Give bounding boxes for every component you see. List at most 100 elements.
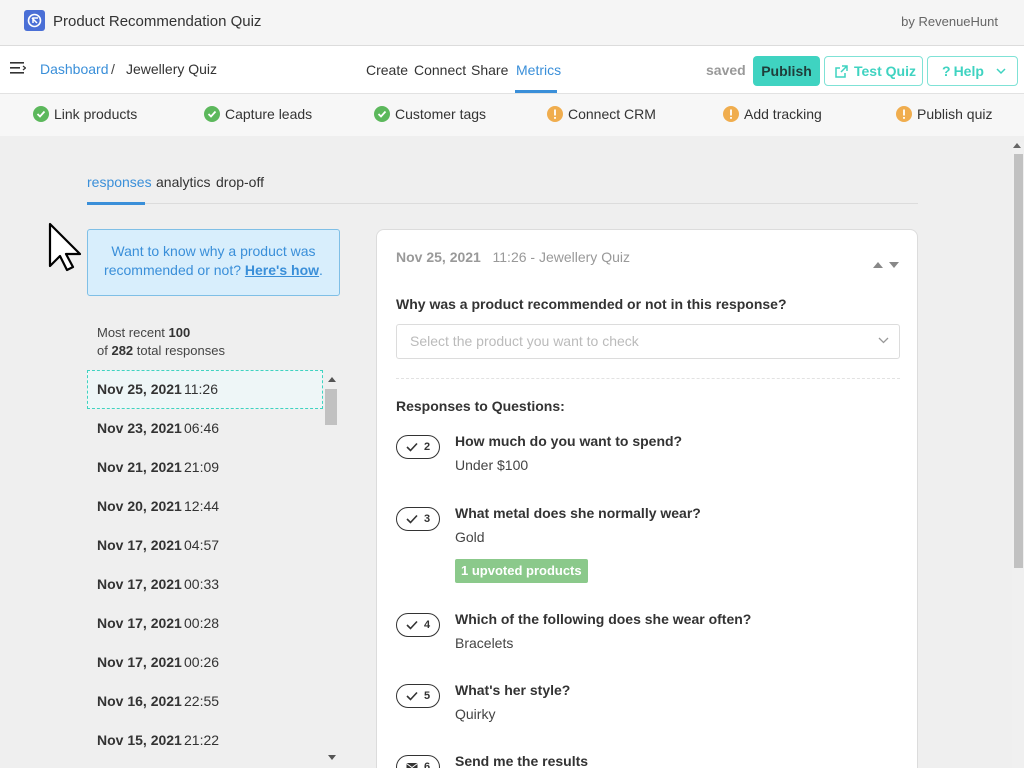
tab-metrics[interactable]: Metrics	[516, 62, 561, 78]
step-label: Customer tags	[395, 106, 487, 122]
response-list-item[interactable]: Nov 20, 2021 12:44	[87, 487, 323, 526]
summary-of: of	[97, 343, 108, 358]
next-response-icon[interactable]	[889, 262, 899, 268]
check-circle-icon	[374, 106, 390, 122]
response-date: Nov 16, 2021	[97, 693, 182, 709]
response-date: Nov 15, 2021	[97, 732, 182, 748]
chevron-down-icon	[878, 337, 889, 344]
app-by-label: by RevenueHunt	[901, 14, 998, 29]
response-list-item[interactable]: Nov 17, 2021 00:28	[87, 604, 323, 643]
saved-status: saved	[706, 62, 746, 78]
question-number-badge: 6	[396, 755, 440, 768]
step-label: Publish quiz	[917, 106, 993, 122]
check-icon	[406, 691, 418, 701]
scroll-up-arrow-icon[interactable]	[1013, 143, 1021, 148]
response-detail-card: Nov 25, 2021 11:26 - Jewellery Quiz Why …	[376, 229, 918, 768]
step-label: Capture leads	[225, 106, 313, 122]
question-title: What's her style?	[455, 682, 571, 698]
subtab-analytics[interactable]: analytics	[156, 174, 210, 190]
info-suffix: .	[319, 262, 323, 278]
response-list-item[interactable]: Nov 17, 2021 00:33	[87, 565, 323, 604]
subtab-drop-off[interactable]: drop-off	[216, 174, 264, 190]
question-number-badge: 2	[396, 435, 440, 459]
check-icon	[406, 514, 418, 524]
mouse-cursor-icon	[48, 222, 82, 275]
step-connect-crm[interactable]: Connect CRM	[547, 106, 656, 122]
question-title: Send me the results	[455, 753, 589, 768]
check-icon	[406, 620, 418, 630]
response-list-scrollbar[interactable]	[324, 374, 338, 768]
subtab-responses[interactable]: responses	[87, 174, 152, 190]
hamburger-menu-icon[interactable]	[10, 61, 27, 75]
list-scroll-up-icon[interactable]	[328, 377, 336, 382]
summary-count: 100	[168, 325, 191, 340]
summary-total: 282	[111, 343, 134, 358]
summary-suffix: total responses	[136, 343, 225, 358]
warning-circle-icon	[547, 106, 563, 122]
response-time: 00:33	[184, 576, 220, 592]
response-list-item[interactable]: Nov 17, 2021 00:26	[87, 643, 323, 682]
app-title: Product Recommendation Quiz	[53, 13, 262, 30]
step-label: Add tracking	[744, 106, 822, 122]
question-number: 5	[424, 690, 431, 702]
response-time: 11:26	[184, 381, 218, 397]
response-date: Nov 17, 2021	[97, 576, 182, 592]
response-time: 04:57	[184, 537, 220, 553]
list-scroll-down-icon[interactable]	[328, 755, 336, 760]
check-circle-icon	[204, 106, 220, 122]
response-list-item[interactable]: Nov 21, 2021 21:09	[87, 448, 323, 487]
summary-prefix: Most recent	[97, 325, 165, 340]
page-scrollbar-thumb[interactable]	[1014, 154, 1023, 568]
response-date: Nov 17, 2021	[97, 537, 182, 553]
question-number-badge: 4	[396, 613, 440, 637]
response-list-item[interactable]: Nov 25, 2021 11:26	[87, 370, 323, 409]
app-title-bar: Product Recommendation Quiz by RevenueHu…	[0, 0, 1024, 46]
response-date: Nov 20, 2021	[97, 498, 182, 514]
previous-response-icon[interactable]	[873, 262, 883, 268]
info-box: Want to know why a product was recommend…	[87, 229, 340, 296]
step-customer-tags[interactable]: Customer tags	[374, 106, 486, 122]
heres-how-link[interactable]: Here's how	[245, 262, 319, 278]
response-list-scrollbar-thumb[interactable]	[325, 389, 337, 425]
step-publish-quiz[interactable]: Publish quiz	[896, 106, 993, 122]
response-list-item[interactable]: Nov 15, 2021 21:22	[87, 721, 323, 760]
step-capture-leads[interactable]: Capture leads	[204, 106, 312, 122]
response-time: 12:44	[184, 498, 220, 514]
warning-circle-icon	[723, 106, 739, 122]
question-answer: Quirky	[455, 706, 496, 722]
response-list-item[interactable]: Nov 16, 2021 22:55	[87, 682, 323, 721]
step-link-products[interactable]: Link products	[33, 106, 137, 122]
publish-button[interactable]: Publish	[753, 56, 820, 86]
envelope-icon	[406, 763, 418, 768]
breadcrumb-dashboard-link[interactable]: Dashboard	[40, 61, 109, 77]
upvoted-products-badge[interactable]: 1 upvoted products	[455, 559, 588, 583]
check-circle-icon	[33, 106, 49, 122]
tab-create[interactable]: Create	[366, 62, 408, 78]
help-button[interactable]: ? Help	[927, 56, 1018, 86]
response-detail-date: Nov 25, 2021	[396, 249, 481, 265]
warning-circle-icon	[896, 106, 912, 122]
question-title: Which of the following does she wear oft…	[455, 611, 752, 627]
step-add-tracking[interactable]: Add tracking	[723, 106, 822, 122]
response-list-item[interactable]: Nov 23, 2021 06:46	[87, 409, 323, 448]
step-label: Link products	[54, 106, 138, 122]
responses-summary: Most recent 100 of 282 total responses	[97, 324, 225, 360]
chevron-down-icon	[996, 68, 1006, 75]
responses-to-questions-label: Responses to Questions:	[396, 398, 565, 414]
question-title: How much do you want to spend?	[455, 433, 683, 449]
step-label: Connect CRM	[568, 106, 656, 122]
response-date: Nov 25, 2021	[97, 381, 182, 397]
tab-connect[interactable]: Connect	[414, 62, 466, 78]
response-time: 21:09	[184, 459, 220, 475]
question-answer: Gold	[455, 529, 485, 545]
product-select-dropdown[interactable]: Select the product you want to check	[396, 324, 900, 359]
response-list-item[interactable]: Nov 17, 2021 04:57	[87, 526, 323, 565]
tab-share[interactable]: Share	[471, 62, 508, 78]
response-time: 22:55	[184, 693, 220, 709]
test-quiz-button[interactable]: Test Quiz	[824, 56, 923, 86]
response-date: Nov 17, 2021	[97, 615, 182, 631]
question-number: 4	[424, 619, 431, 631]
active-subtab-underline	[87, 202, 145, 205]
breadcrumb-current: Jewellery Quiz	[126, 61, 218, 77]
response-list: Nov 25, 2021 11:26 Nov 23, 2021 06:46 Nov …	[87, 370, 323, 760]
